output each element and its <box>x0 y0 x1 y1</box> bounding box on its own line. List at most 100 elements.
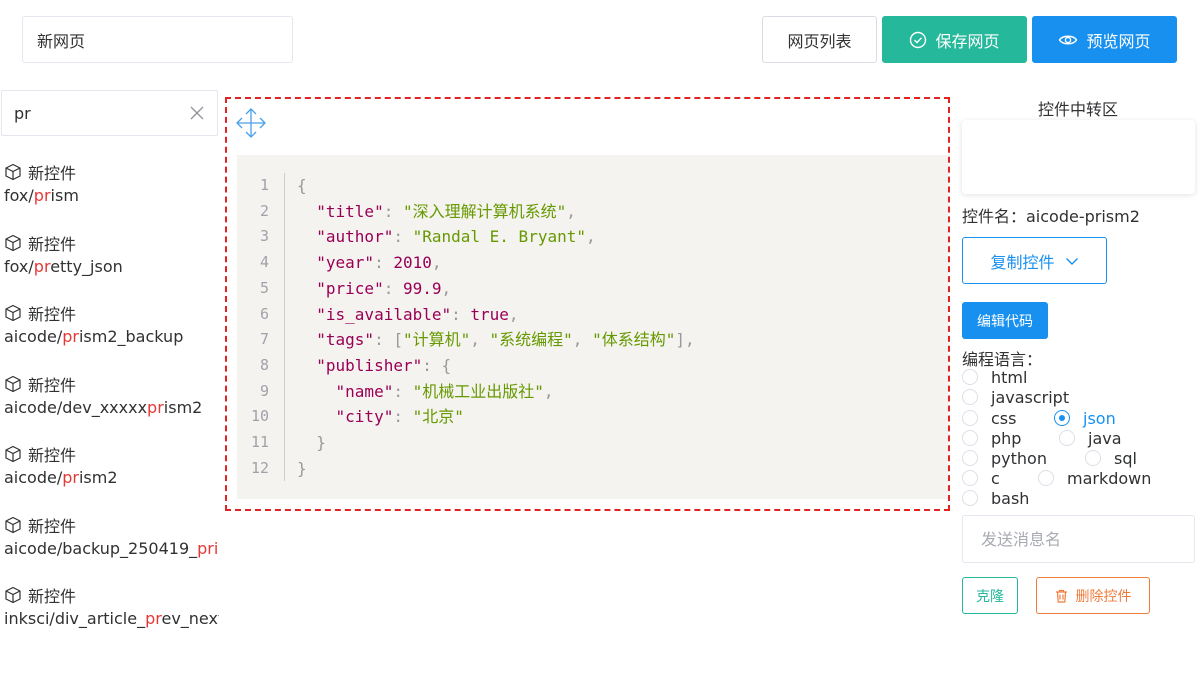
page-list-button[interactable]: 网页列表 <box>762 16 877 63</box>
code-token: "系统编程" <box>489 330 573 350</box>
radio-c[interactable]: c <box>962 468 1000 488</box>
clone-button[interactable]: 克隆 <box>962 577 1018 614</box>
radio-label: sql <box>1114 448 1137 468</box>
code-token: , <box>585 227 596 247</box>
radio-label: python <box>991 448 1047 468</box>
code-token: : [ <box>374 330 403 350</box>
code-text: "name": "机械工业出版社", <box>297 379 554 405</box>
code-token: , <box>441 278 452 298</box>
clone-label: 克隆 <box>976 588 1004 605</box>
edit-code-button[interactable]: 编辑代码 <box>962 302 1048 339</box>
radio-label: markdown <box>1067 468 1152 488</box>
code-block[interactable]: 1{ 2 "title": "深入理解计算机系统", 3 "author": "Ra… <box>237 155 948 499</box>
radio-java[interactable]: java <box>1059 428 1122 448</box>
radio-bash[interactable]: bash <box>962 488 1029 508</box>
result-title: 新控件 <box>28 587 77 606</box>
page-title-input[interactable] <box>22 16 293 63</box>
radio-dot <box>962 470 978 486</box>
check-circle-icon <box>910 31 927 48</box>
radio-markdown[interactable]: markdown <box>1038 468 1151 488</box>
code-token: : <box>383 278 403 298</box>
radio-html[interactable]: html <box>962 367 1027 387</box>
code-token: "year" <box>297 253 375 273</box>
radio-dot <box>1038 470 1054 486</box>
search-result-item[interactable]: 新控件 aicode/prism2 <box>4 442 219 513</box>
code-token: "is_available" <box>297 304 452 324</box>
radio-label: json <box>1083 408 1116 428</box>
search-result-item[interactable]: 新控件 aicode/prism2_backup <box>4 301 219 372</box>
code-line: 11 } <box>237 430 937 456</box>
line-number: 1 <box>259 176 269 194</box>
code-line: 5 "price": 99.9, <box>237 276 937 302</box>
radio-css[interactable]: css <box>962 408 1016 428</box>
chevron-down-icon <box>1065 257 1078 265</box>
search-result-item[interactable]: 新控件aicode/backup_250419_pris <box>4 513 219 584</box>
search-result-item[interactable]: 新控件 aicode/dev_xxxxxprism2 <box>4 372 219 443</box>
code-token: "体系结构" <box>592 330 676 350</box>
cube-icon <box>5 234 21 251</box>
path-prefix: aicode/ <box>4 468 63 487</box>
result-title-row: 新控件 <box>4 513 219 537</box>
code-token: : <box>393 227 413 247</box>
message-name-input[interactable] <box>962 515 1195 563</box>
radio-label: php <box>991 428 1022 448</box>
radio-dot <box>1059 430 1075 446</box>
path-suffix: ism2 <box>78 468 118 487</box>
code-text: "is_available": true, <box>297 302 518 328</box>
path-match: pr <box>62 327 79 346</box>
copy-control-label: 复制控件 <box>990 252 1055 272</box>
code-text: "title": "深入理解计算机系统", <box>297 199 576 225</box>
code-token: ], <box>675 330 695 350</box>
radio-dot <box>962 389 978 405</box>
preview-page-button[interactable]: 预览网页 <box>1032 16 1177 63</box>
radio-python[interactable]: python <box>962 448 1047 468</box>
code-token: , <box>431 253 442 273</box>
radio-label: bash <box>991 488 1030 508</box>
path-match: pr <box>145 609 162 628</box>
code-token: "深入理解计算机系统" <box>402 201 567 221</box>
radio-json[interactable]: json <box>1054 408 1116 428</box>
code-token: 2010 <box>393 253 432 273</box>
code-token: } <box>297 433 326 452</box>
code-token: : <box>451 304 471 324</box>
delete-control-button[interactable]: 删除控件 <box>1036 577 1150 614</box>
code-line: 10 "city": "北京" <box>237 404 937 430</box>
move-icon[interactable] <box>234 106 268 140</box>
radio-php[interactable]: php <box>962 428 1021 448</box>
search-result-item[interactable]: 新控件 fox/prism <box>4 160 219 231</box>
close-icon[interactable] <box>189 105 205 121</box>
copy-control-button[interactable]: 复制控件 <box>962 237 1107 284</box>
path-suffix: ism2 <box>163 397 203 417</box>
radio-sql[interactable]: sql <box>1085 448 1137 468</box>
line-number: 2 <box>259 201 269 220</box>
path-match: pr <box>62 468 79 487</box>
code-line: 1{ <box>237 173 937 199</box>
line-number: 9 <box>259 381 269 400</box>
code-token: : <box>393 407 413 427</box>
line-number: 3 <box>259 227 269 246</box>
code-text: "price": 99.9, <box>297 276 451 302</box>
search-result-item[interactable]: 新控件 fox/pretty_json <box>4 231 219 302</box>
radio-label: java <box>1088 428 1122 448</box>
code-text: "author": "Randal E. Bryant", <box>297 224 596 250</box>
code-line: 8 "publisher": { <box>237 353 937 379</box>
radio-javascript[interactable]: javascript <box>962 387 1069 407</box>
radio-dot <box>962 410 978 426</box>
result-title-row: 新控件 <box>4 231 219 255</box>
code-token: 99.9 <box>402 278 442 298</box>
code-text: "year": 2010, <box>297 250 442 276</box>
search-result-item[interactable]: 新控件 inksci/div_article_prev_next <box>4 583 219 640</box>
save-page-button[interactable]: 保存网页 <box>882 16 1027 63</box>
radio-dot <box>1085 450 1101 466</box>
result-title: 新控件 <box>28 375 77 395</box>
path-suffix: ev_next <box>161 609 219 628</box>
line-number: 11 <box>250 433 269 451</box>
editor-frame[interactable]: 1{ 2 "title": "深入理解计算机系统", 3 "author": "Ra… <box>225 97 950 511</box>
relay-area[interactable] <box>962 120 1195 194</box>
search-input[interactable] <box>14 101 174 125</box>
radio-label: javascript <box>991 387 1070 407</box>
path-prefix: aicode/dev_xxxxx <box>4 397 148 417</box>
result-title: 新控件 <box>28 305 77 324</box>
result-title-row: 新控件 <box>4 442 219 466</box>
radio-label: c <box>991 468 1000 488</box>
